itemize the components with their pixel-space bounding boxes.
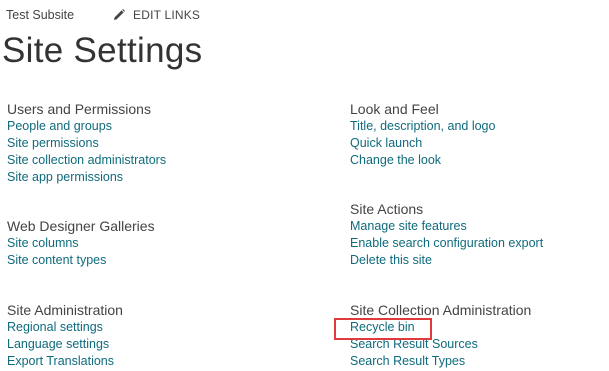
- list-item: Search Result Sources: [350, 336, 531, 353]
- section-heading: Look and Feel: [350, 101, 439, 117]
- list-item: Site collection administrators: [7, 152, 166, 169]
- link-site-permissions[interactable]: Site permissions: [7, 136, 99, 150]
- link-language-settings[interactable]: Language settings: [7, 337, 109, 351]
- list-item: Manage site features: [350, 218, 543, 235]
- section-web-designer-galleries: Web Designer Galleries Site columns Site…: [7, 218, 155, 269]
- list-item: Delete this site: [350, 252, 543, 269]
- link-list: Recycle bin Search Result Sources Search…: [350, 319, 531, 370]
- link-title-description-logo[interactable]: Title, description, and logo: [350, 119, 495, 133]
- link-enable-search-config-export[interactable]: Enable search configuration export: [350, 236, 543, 250]
- list-item: Enable search configuration export: [350, 235, 543, 252]
- link-search-result-types[interactable]: Search Result Types: [350, 354, 465, 368]
- section-heading: Web Designer Galleries: [7, 218, 155, 234]
- section-users-permissions: Users and Permissions People and groups …: [7, 101, 166, 186]
- section-heading: Site Collection Administration: [350, 302, 532, 318]
- section-heading: Site Actions: [350, 201, 424, 217]
- section-look-and-feel: Look and Feel Title, description, and lo…: [350, 101, 495, 169]
- section-heading: Users and Permissions: [7, 101, 151, 117]
- link-site-content-types[interactable]: Site content types: [7, 253, 106, 267]
- link-delete-this-site[interactable]: Delete this site: [350, 253, 432, 267]
- link-manage-site-features[interactable]: Manage site features: [350, 219, 467, 233]
- list-item: Site permissions: [7, 135, 166, 152]
- link-search-result-sources[interactable]: Search Result Sources: [350, 337, 478, 351]
- section-site-actions: Site Actions Manage site features Enable…: [350, 201, 543, 269]
- list-item: Recycle bin: [350, 319, 531, 336]
- link-people-and-groups[interactable]: People and groups: [7, 119, 112, 133]
- link-list: Regional settings Language settings Expo…: [7, 319, 123, 370]
- list-item: Regional settings: [7, 319, 123, 336]
- link-list: Site columns Site content types: [7, 235, 155, 269]
- list-item: Site content types: [7, 252, 155, 269]
- page-title: Site Settings: [2, 31, 203, 70]
- list-item: Site app permissions: [7, 169, 166, 186]
- list-item: Site columns: [7, 235, 155, 252]
- pencil-icon: [114, 9, 125, 20]
- section-heading: Site Administration: [7, 302, 123, 318]
- section-site-collection-administration: Site Collection Administration Recycle b…: [350, 302, 531, 370]
- list-item: Language settings: [7, 336, 123, 353]
- edit-links-button[interactable]: EDIT LINKS: [112, 6, 200, 24]
- link-quick-launch[interactable]: Quick launch: [350, 136, 422, 150]
- breadcrumb[interactable]: Test Subsite: [6, 6, 74, 24]
- link-export-translations[interactable]: Export Translations: [7, 354, 114, 368]
- link-recycle-bin[interactable]: Recycle bin: [350, 320, 415, 334]
- list-item: Quick launch: [350, 135, 495, 152]
- link-site-columns[interactable]: Site columns: [7, 236, 79, 250]
- list-item: Title, description, and logo: [350, 118, 495, 135]
- link-list: Title, description, and logo Quick launc…: [350, 118, 495, 169]
- edit-links-label: EDIT LINKS: [133, 8, 201, 22]
- list-item: People and groups: [7, 118, 166, 135]
- link-site-app-permissions[interactable]: Site app permissions: [7, 170, 123, 184]
- link-regional-settings[interactable]: Regional settings: [7, 320, 103, 334]
- link-site-collection-administrators[interactable]: Site collection administrators: [7, 153, 166, 167]
- link-change-the-look[interactable]: Change the look: [350, 153, 441, 167]
- list-item: Search Result Types: [350, 353, 531, 370]
- breadcrumb-site-name[interactable]: Test Subsite: [6, 8, 74, 22]
- list-item: Change the look: [350, 152, 495, 169]
- link-list: Manage site features Enable search confi…: [350, 218, 543, 269]
- link-list: People and groups Site permissions Site …: [7, 118, 166, 186]
- section-site-administration: Site Administration Regional settings La…: [7, 302, 123, 370]
- list-item: Export Translations: [7, 353, 123, 370]
